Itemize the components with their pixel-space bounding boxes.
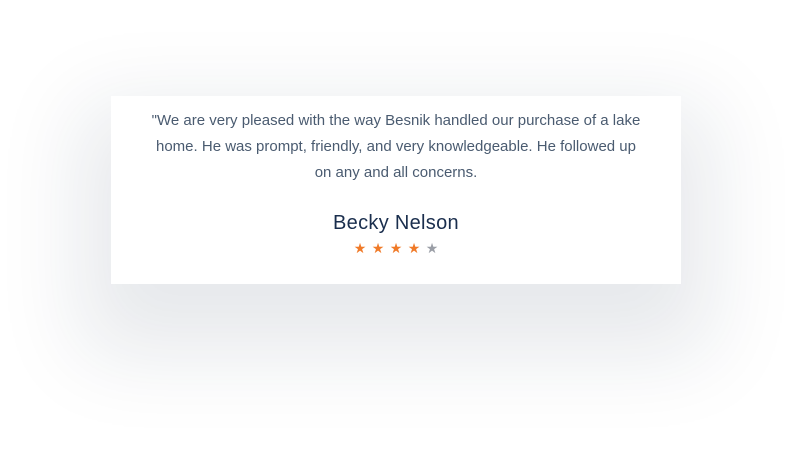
star-empty-icon: ★	[425, 241, 439, 257]
star-filled-icon: ★	[371, 241, 385, 257]
testimonial-quote: "We are very pleased with the way Besnik…	[151, 112, 641, 181]
star-rating: ★ ★ ★ ★ ★	[111, 239, 681, 259]
testimonial-author: Becky Nelson	[333, 212, 459, 234]
star-filled-icon: ★	[389, 241, 403, 257]
star-filled-icon: ★	[407, 241, 421, 257]
testimonial-card: "We are very pleased with the way Besnik…	[111, 96, 681, 284]
star-filled-icon: ★	[353, 241, 367, 257]
